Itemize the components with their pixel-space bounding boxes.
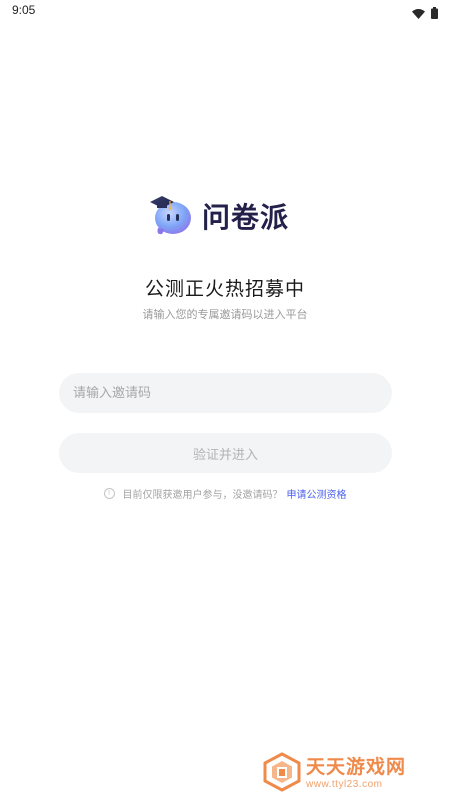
app-logo: 问卷派 xyxy=(148,190,289,242)
watermark-logo-icon xyxy=(262,752,302,796)
site-watermark: 天天游戏网 www.ttyl23.com xyxy=(262,752,406,796)
status-bar: 9:05 xyxy=(0,0,450,22)
apply-beta-link[interactable]: 申请公测资格 xyxy=(287,486,347,501)
info-icon: ! xyxy=(103,488,115,499)
invite-notice: ! 目前仅限获邀用户参与，没邀请码？ 申请公测资格 xyxy=(0,486,450,501)
invite-code-input[interactable] xyxy=(59,373,392,413)
page-title: 公测正火热招募中 xyxy=(144,278,305,300)
battery-icon xyxy=(431,4,438,23)
watermark-url: www.ttyl23.com xyxy=(306,779,383,790)
wifi-icon xyxy=(412,4,425,23)
status-time: 9:05 xyxy=(12,3,36,17)
watermark-texts: 天天游戏网 www.ttyl23.com xyxy=(306,758,406,790)
notice-text: 目前仅限获邀用户参与，没邀请码？ xyxy=(122,490,283,501)
login-screen: 9:05 问卷派 公测正火热招募中 请输入您的专属邀请码以进入平台 请输入邀请码… xyxy=(0,0,450,800)
verify-and-enter-button[interactable]: 验证并进入 xyxy=(59,433,392,473)
watermark-title: 天天游戏网 xyxy=(306,756,407,778)
status-icons xyxy=(412,4,438,23)
logo-text: 问卷派 xyxy=(202,201,290,234)
mascot-icon xyxy=(148,190,196,242)
page-subtitle: 请输入您的专属邀请码以进入平台 xyxy=(142,308,308,321)
